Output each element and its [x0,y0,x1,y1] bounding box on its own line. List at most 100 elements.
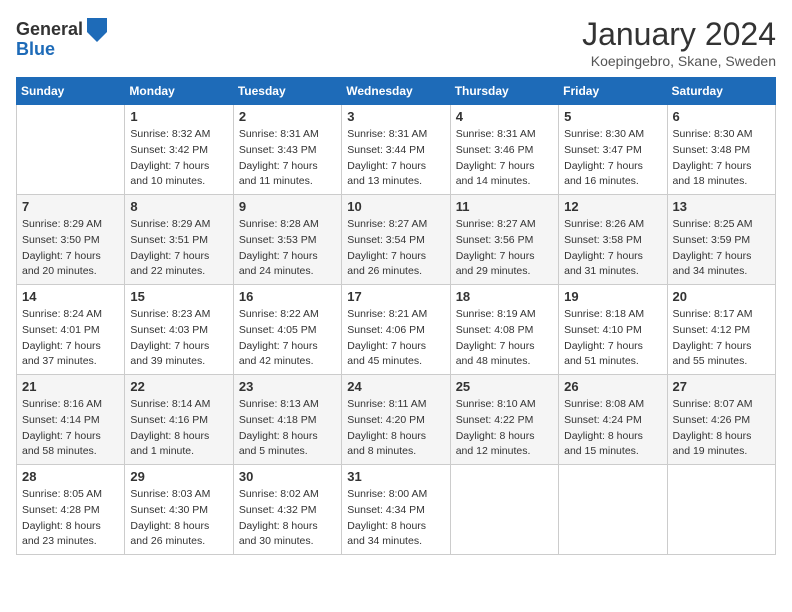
day-detail: Sunrise: 8:23 AMSunset: 4:03 PMDaylight:… [130,307,227,370]
header-thursday: Thursday [450,78,558,105]
table-cell: 11Sunrise: 8:27 AMSunset: 3:56 PMDayligh… [450,195,558,285]
calendar-table: SundayMondayTuesdayWednesdayThursdayFrid… [16,77,776,555]
day-detail: Sunrise: 8:03 AMSunset: 4:30 PMDaylight:… [130,487,227,550]
table-cell: 7 Sunrise: 8:29 AMSunset: 3:50 PMDaylight… [17,195,125,285]
day-detail: Sunrise: 8:08 AMSunset: 4:24 PMDaylight:… [564,397,661,460]
table-cell: 16 Sunrise: 8:22 AMSunset: 4:05 PMDayligh… [233,285,341,375]
day-detail: Sunrise: 8:11 AMSunset: 4:20 PMDaylight:… [347,397,444,460]
day-detail: Sunrise: 8:28 AMSunset: 3:53 PMDaylight:… [239,217,336,280]
table-cell: 1 Sunrise: 8:32 AMSunset: 3:42 PMDaylight… [125,105,233,195]
day-detail: Sunrise: 8:00 AMSunset: 4:34 PMDaylight:… [347,487,444,550]
table-cell: 14Sunrise: 8:24 AMSunset: 4:01 PMDayligh… [17,285,125,375]
day-number: 3 [347,109,444,124]
day-number: 30 [239,469,336,484]
location: Koepingebro, Skane, Sweden [582,53,776,69]
header-tuesday: Tuesday [233,78,341,105]
day-number: 4 [456,109,553,124]
week-row-1: 1 Sunrise: 8:32 AMSunset: 3:42 PMDaylight… [17,105,776,195]
day-number: 19 [564,289,661,304]
header-friday: Friday [559,78,667,105]
table-cell: 4 Sunrise: 8:31 AMSunset: 3:46 PMDaylight… [450,105,558,195]
table-cell: 15 Sunrise: 8:23 AMSunset: 4:03 PMDayligh… [125,285,233,375]
table-cell: 31Sunrise: 8:00 AMSunset: 4:34 PMDayligh… [342,465,450,555]
day-number: 9 [239,199,336,214]
day-number: 29 [130,469,227,484]
day-number: 21 [22,379,119,394]
day-detail: Sunrise: 8:10 AMSunset: 4:22 PMDaylight:… [456,397,553,460]
table-cell: 17 Sunrise: 8:21 AMSunset: 4:06 PMDayligh… [342,285,450,375]
day-detail: Sunrise: 8:27 AMSunset: 3:54 PMDaylight:… [347,217,444,280]
page-header: General Blue January 2024 Koepingebro, S… [16,16,776,69]
day-detail: Sunrise: 8:21 AMSunset: 4:06 PMDaylight:… [347,307,444,370]
day-number: 10 [347,199,444,214]
day-detail: Sunrise: 8:30 AMSunset: 3:47 PMDaylight:… [564,127,661,190]
day-detail: Sunrise: 8:16 AMSunset: 4:14 PMDaylight:… [22,397,119,460]
header-sunday: Sunday [17,78,125,105]
day-detail: Sunrise: 8:07 AMSunset: 4:26 PMDaylight:… [673,397,770,460]
table-cell: 25Sunrise: 8:10 AMSunset: 4:22 PMDayligh… [450,375,558,465]
table-cell: 12 Sunrise: 8:26 AMSunset: 3:58 PMDayligh… [559,195,667,285]
day-detail: Sunrise: 8:29 AMSunset: 3:50 PMDaylight:… [22,217,119,280]
day-number: 1 [130,109,227,124]
day-number: 6 [673,109,770,124]
month-year: January 2024 [582,16,776,53]
header-wednesday: Wednesday [342,78,450,105]
day-number: 15 [130,289,227,304]
day-number: 18 [456,289,553,304]
day-number: 16 [239,289,336,304]
table-cell: 23Sunrise: 8:13 AMSunset: 4:18 PMDayligh… [233,375,341,465]
day-number: 5 [564,109,661,124]
table-cell: 2 Sunrise: 8:31 AMSunset: 3:43 PMDaylight… [233,105,341,195]
day-detail: Sunrise: 8:22 AMSunset: 4:05 PMDaylight:… [239,307,336,370]
day-detail: Sunrise: 8:31 AMSunset: 3:43 PMDaylight:… [239,127,336,190]
day-detail: Sunrise: 8:31 AMSunset: 3:46 PMDaylight:… [456,127,553,190]
day-detail: Sunrise: 8:31 AMSunset: 3:44 PMDaylight:… [347,127,444,190]
day-number: 17 [347,289,444,304]
week-row-4: 21 Sunrise: 8:16 AMSunset: 4:14 PMDayligh… [17,375,776,465]
day-detail: Sunrise: 8:30 AMSunset: 3:48 PMDaylight:… [673,127,770,190]
day-detail: Sunrise: 8:32 AMSunset: 3:42 PMDaylight:… [130,127,227,190]
table-cell: 8 Sunrise: 8:29 AMSunset: 3:51 PMDaylight… [125,195,233,285]
table-cell: 6 Sunrise: 8:30 AMSunset: 3:48 PMDaylight… [667,105,775,195]
table-cell: 30 Sunrise: 8:02 AMSunset: 4:32 PMDayligh… [233,465,341,555]
week-row-5: 28Sunrise: 8:05 AMSunset: 4:28 PMDayligh… [17,465,776,555]
table-cell: 24Sunrise: 8:11 AMSunset: 4:20 PMDayligh… [342,375,450,465]
table-cell: 10 Sunrise: 8:27 AMSunset: 3:54 PMDayligh… [342,195,450,285]
table-cell: 21 Sunrise: 8:16 AMSunset: 4:14 PMDayligh… [17,375,125,465]
day-number: 22 [130,379,227,394]
week-row-2: 7 Sunrise: 8:29 AMSunset: 3:50 PMDaylight… [17,195,776,285]
day-number: 20 [673,289,770,304]
day-detail: Sunrise: 8:24 AMSunset: 4:01 PMDaylight:… [22,307,119,370]
title-block: January 2024 Koepingebro, Skane, Sweden [582,16,776,69]
day-number: 7 [22,199,119,214]
day-detail: Sunrise: 8:17 AMSunset: 4:12 PMDaylight:… [673,307,770,370]
table-cell [559,465,667,555]
logo-icon [85,16,109,44]
day-detail: Sunrise: 8:29 AMSunset: 3:51 PMDaylight:… [130,217,227,280]
table-cell: 26 Sunrise: 8:08 AMSunset: 4:24 PMDayligh… [559,375,667,465]
calendar-header-row: SundayMondayTuesdayWednesdayThursdayFrid… [17,78,776,105]
logo-blue-text: Blue [16,40,55,60]
day-number: 8 [130,199,227,214]
day-detail: Sunrise: 8:27 AMSunset: 3:56 PMDaylight:… [456,217,553,280]
table-cell [450,465,558,555]
table-cell: 20 Sunrise: 8:17 AMSunset: 4:12 PMDayligh… [667,285,775,375]
day-number: 26 [564,379,661,394]
table-cell [667,465,775,555]
day-detail: Sunrise: 8:02 AMSunset: 4:32 PMDaylight:… [239,487,336,550]
table-cell: 28Sunrise: 8:05 AMSunset: 4:28 PMDayligh… [17,465,125,555]
day-detail: Sunrise: 8:26 AMSunset: 3:58 PMDaylight:… [564,217,661,280]
day-number: 2 [239,109,336,124]
table-cell: 3 Sunrise: 8:31 AMSunset: 3:44 PMDaylight… [342,105,450,195]
day-detail: Sunrise: 8:19 AMSunset: 4:08 PMDaylight:… [456,307,553,370]
day-number: 27 [673,379,770,394]
day-detail: Sunrise: 8:25 AMSunset: 3:59 PMDaylight:… [673,217,770,280]
day-detail: Sunrise: 8:18 AMSunset: 4:10 PMDaylight:… [564,307,661,370]
logo: General Blue [16,16,109,60]
table-cell: 19 Sunrise: 8:18 AMSunset: 4:10 PMDayligh… [559,285,667,375]
table-cell: 27 Sunrise: 8:07 AMSunset: 4:26 PMDayligh… [667,375,775,465]
logo-text: General [16,20,83,40]
header-saturday: Saturday [667,78,775,105]
table-cell: 22Sunrise: 8:14 AMSunset: 4:16 PMDayligh… [125,375,233,465]
day-number: 12 [564,199,661,214]
